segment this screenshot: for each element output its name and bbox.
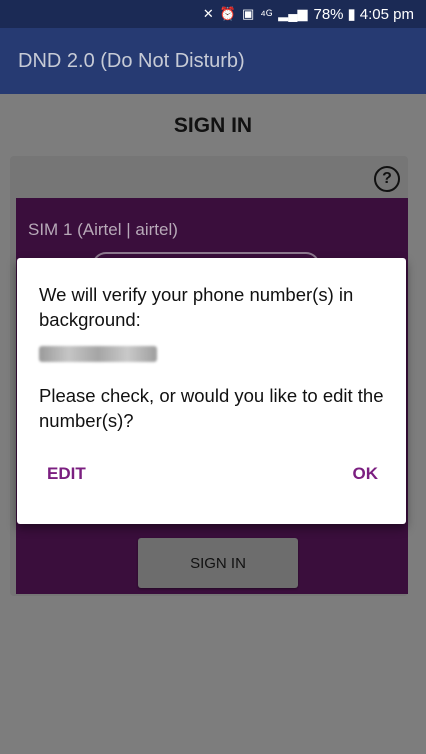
signal-icon: ▂▄▆	[278, 6, 308, 21]
battery-icon: ▮	[347, 6, 356, 23]
help-icon[interactable]: ?	[374, 166, 400, 192]
status-bar: ✕ ⏰ ▣ ⁴ᴳ ▂▄▆ 78% ▮ 4:05 pm	[0, 0, 426, 28]
status-icons: ✕ ⏰ ▣ ⁴ᴳ ▂▄▆	[203, 6, 308, 22]
clock: 4:05 pm	[359, 5, 414, 23]
sim-label: SIM 1 (Airtel | airtel)	[28, 220, 178, 239]
edit-button[interactable]: EDIT	[47, 464, 86, 484]
dialog-question: Please check, or would you like to edit …	[39, 385, 384, 431]
page-title: SIGN IN	[173, 114, 253, 137]
dialog-message: We will verify your phone number(s) in b…	[39, 284, 354, 330]
ok-button[interactable]: OK	[353, 464, 379, 484]
alarm-icon: ⏰	[219, 6, 236, 21]
4g-icon: ⁴ᴳ	[260, 6, 273, 22]
mute-icon: ✕	[202, 6, 214, 21]
app-bar: DND 2.0 (Do Not Disturb)	[0, 28, 426, 94]
verify-dialog: We will verify your phone number(s) in b…	[17, 258, 406, 524]
sim-icon: ▣	[241, 6, 255, 21]
sign-in-button[interactable]: SIGN IN	[138, 538, 298, 588]
app-title: DND 2.0 (Do Not Disturb)	[18, 49, 245, 72]
phone-number-blurred	[39, 346, 157, 362]
battery-percent: 78%	[313, 5, 344, 23]
